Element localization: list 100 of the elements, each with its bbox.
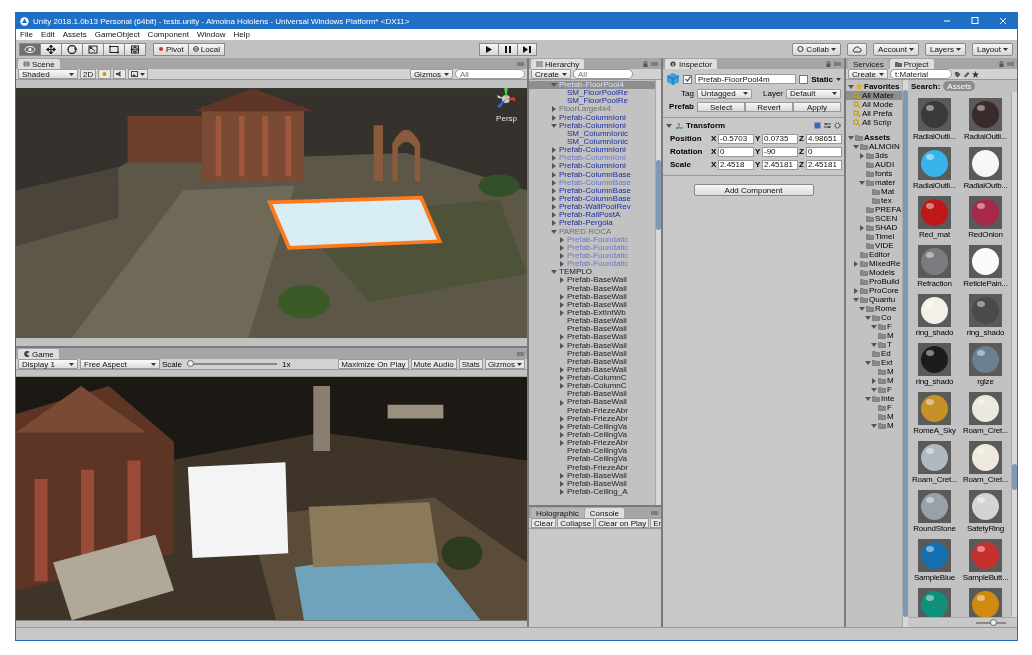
folder-item[interactable]: Timel xyxy=(846,232,902,241)
create-dropdown[interactable]: Create xyxy=(848,69,888,79)
hierarchy-tab[interactable]: Hierarchy xyxy=(531,59,585,69)
hierarchy-item[interactable]: Prefab-BaseWall xyxy=(529,333,655,342)
collapsed-arrow-icon[interactable] xyxy=(853,260,859,267)
console-button[interactable]: Clear xyxy=(531,518,557,528)
number-field[interactable]: -90 xyxy=(762,146,798,157)
hierarchy-item[interactable]: Prefab-Ceiling_A xyxy=(529,488,655,497)
folder-item[interactable]: M xyxy=(846,412,902,421)
favorite-item[interactable]: All Mode xyxy=(846,100,902,109)
collapsed-arrow-icon[interactable] xyxy=(559,480,565,487)
stats-button[interactable]: Stats xyxy=(458,359,483,369)
tool-button[interactable] xyxy=(103,42,125,56)
hierarchy-item[interactable]: Prefab-BaseWall xyxy=(529,284,655,293)
collapsed-arrow-icon[interactable] xyxy=(559,489,565,496)
expanded-arrow-icon[interactable] xyxy=(865,314,871,321)
collapsed-arrow-icon[interactable] xyxy=(559,375,565,382)
collapsed-arrow-icon[interactable] xyxy=(551,204,557,211)
tool-button[interactable] xyxy=(82,42,104,56)
menu-item[interactable]: Component xyxy=(147,30,189,39)
audio-button[interactable] xyxy=(113,69,127,79)
hierarchy-item[interactable]: SM_ColumnIonic xyxy=(529,138,655,147)
expanded-arrow-icon[interactable] xyxy=(853,143,859,150)
expanded-arrow-icon[interactable] xyxy=(859,305,865,312)
folder-item[interactable]: T xyxy=(846,340,902,349)
mode-2d-button[interactable]: 2D xyxy=(80,69,97,79)
prefab-button[interactable]: Revert xyxy=(745,101,793,112)
console-button[interactable]: Clear on Play xyxy=(595,518,650,528)
expanded-arrow-icon[interactable] xyxy=(551,82,557,89)
hierarchy-item[interactable]: Prefab-ColumnIoni xyxy=(529,162,655,171)
menu-item[interactable]: Assets xyxy=(62,30,87,39)
hierarchy-item[interactable]: Prefab-CeilingVa xyxy=(529,422,655,432)
collapsed-arrow-icon[interactable] xyxy=(871,377,877,384)
menu-item[interactable]: GameObject xyxy=(94,30,140,39)
hierarchy-item[interactable]: Prefab-RailPostA xyxy=(529,211,655,220)
expanded-arrow-icon[interactable] xyxy=(853,296,859,303)
folder-item[interactable]: M xyxy=(846,367,902,376)
hierarchy-item[interactable]: Prefab-BaseWall xyxy=(529,479,655,489)
mute-audio-button[interactable]: Mute Audio xyxy=(410,359,457,369)
playback-button[interactable] xyxy=(479,42,500,56)
folder-item[interactable]: fonts xyxy=(846,169,902,178)
folder-item[interactable]: Rome xyxy=(846,304,902,313)
collapsed-arrow-icon[interactable] xyxy=(559,310,565,316)
collapsed-arrow-icon[interactable] xyxy=(551,196,557,203)
collapsed-arrow-icon[interactable] xyxy=(551,220,557,227)
folder-item[interactable]: F xyxy=(846,403,902,412)
panel-tab[interactable]: Console xyxy=(584,508,625,518)
create-dropdown[interactable]: Create xyxy=(531,69,571,79)
number-field[interactable]: 2.45181 xyxy=(806,159,842,170)
collapsed-arrow-icon[interactable] xyxy=(559,383,565,390)
collapsed-arrow-icon[interactable] xyxy=(559,277,565,284)
tool-button[interactable] xyxy=(40,42,62,56)
name-field[interactable]: Prefab-FloorPool4m xyxy=(695,74,797,84)
hierarchy-item[interactable]: Prefab-BaseWall xyxy=(529,300,655,309)
collapsed-arrow-icon[interactable] xyxy=(559,367,565,373)
collapsed-arrow-icon[interactable] xyxy=(559,472,565,479)
collapsed-arrow-icon[interactable] xyxy=(853,287,859,294)
scrollbar-track[interactable] xyxy=(1011,92,1017,617)
number-field[interactable]: 2.45181 xyxy=(762,159,798,170)
game-tab[interactable]: Game xyxy=(18,349,59,359)
collapsed-arrow-icon[interactable] xyxy=(559,301,565,308)
expanded-arrow-icon[interactable] xyxy=(865,359,871,366)
collapsed-arrow-icon[interactable] xyxy=(551,171,557,178)
collapsed-arrow-icon[interactable] xyxy=(859,152,865,159)
hierarchy-item[interactable]: Prefab-BaseWall xyxy=(529,317,655,326)
folder-item[interactable]: MixedRe xyxy=(846,259,902,268)
hierarchy-item[interactable]: Prefab-ColumnC xyxy=(529,374,655,383)
gizmos-dropdown[interactable]: Gizmos xyxy=(484,359,525,369)
collapsed-arrow-icon[interactable] xyxy=(551,212,557,219)
aspect-dropdown[interactable]: Free Aspect xyxy=(80,359,160,369)
hierarchy-item[interactable]: Prefab-BaseWall xyxy=(529,292,655,301)
folder-item[interactable]: Assets xyxy=(846,133,902,142)
hierarchy-item[interactable]: Prefab-FriezeAbr xyxy=(529,414,655,423)
folder-item[interactable]: Inte xyxy=(846,394,902,403)
hierarchy-item[interactable]: Prefab-ColumnBase xyxy=(529,194,655,204)
number-field[interactable]: 0 xyxy=(806,146,842,157)
search-field[interactable]: All xyxy=(455,69,525,79)
expanded-arrow-icon[interactable] xyxy=(848,134,854,141)
tag-dropdown[interactable]: Untagged xyxy=(697,88,752,99)
collapsed-arrow-icon[interactable] xyxy=(559,334,565,341)
layout-dropdown[interactable]: Layout xyxy=(971,42,1013,56)
expanded-arrow-icon[interactable] xyxy=(865,395,871,402)
scene-tab[interactable]: Scene xyxy=(18,59,60,69)
panel-tab[interactable]: Services xyxy=(848,59,889,69)
menu-item[interactable]: Help xyxy=(233,30,250,39)
folder-item[interactable]: 3ds xyxy=(846,151,902,160)
collapsed-arrow-icon[interactable] xyxy=(559,415,565,422)
hierarchy-item[interactable]: Prefab-ColumnBase xyxy=(529,186,655,195)
folder-item[interactable]: Models xyxy=(846,268,902,277)
hierarchy-item[interactable]: Prefab-Pergola xyxy=(529,219,655,228)
collapsed-arrow-icon[interactable] xyxy=(559,440,565,447)
folder-item[interactable]: AUDI xyxy=(846,160,902,169)
number-field[interactable]: 2.4518 xyxy=(718,159,754,170)
hierarchy-item[interactable]: SM_FloorPoolRe xyxy=(529,97,655,106)
expanded-arrow-icon[interactable] xyxy=(859,179,865,186)
number-field[interactable]: 4.98651 xyxy=(806,133,842,144)
playback-button[interactable] xyxy=(517,42,538,56)
hierarchy-item[interactable]: Prefab-ExtIntWb xyxy=(529,308,655,318)
maximize-on-play-button[interactable]: Maximize On Play xyxy=(338,359,409,369)
expanded-arrow-icon[interactable] xyxy=(871,386,877,393)
